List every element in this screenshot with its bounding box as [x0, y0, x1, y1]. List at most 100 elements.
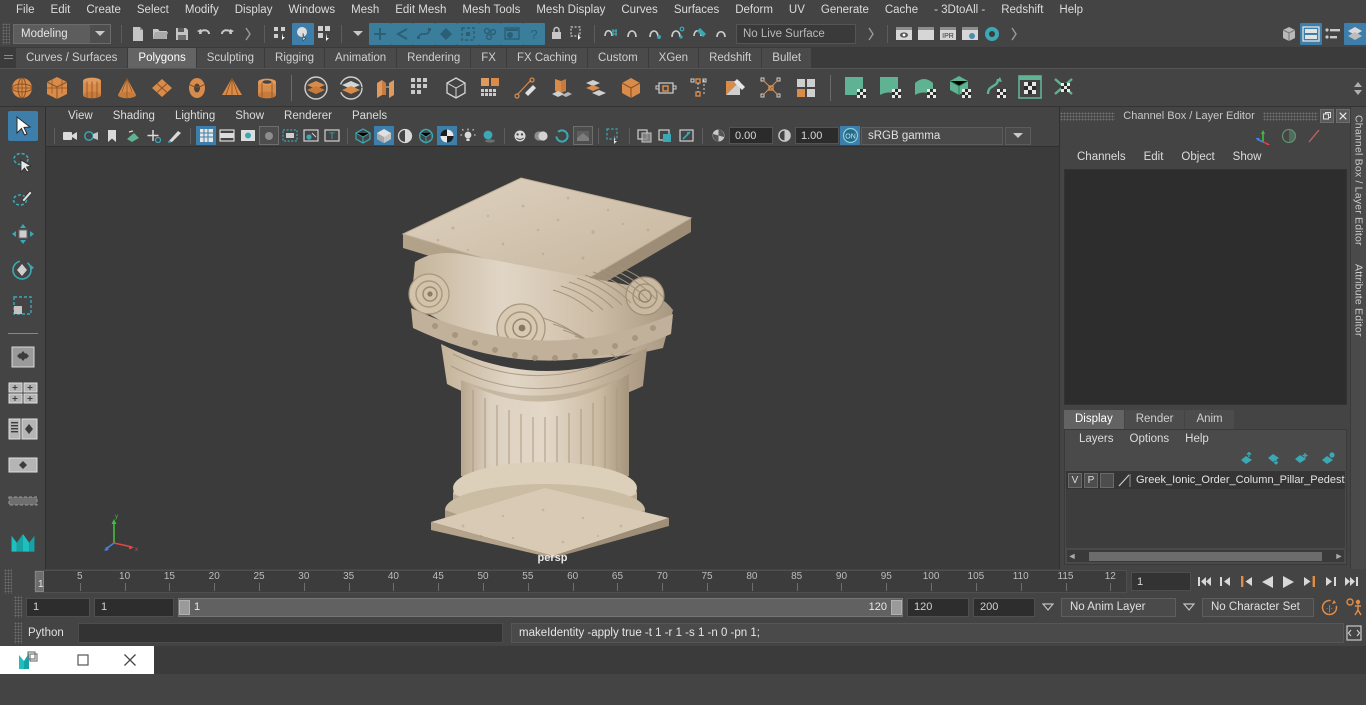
shelf-tab-rendering[interactable]: Rendering: [397, 48, 472, 68]
cmdline-grip[interactable]: [14, 622, 22, 644]
ipr-render-icon[interactable]: IPR: [937, 23, 959, 45]
select-by-hierarchy-icon[interactable]: [270, 23, 292, 45]
time-slider-track[interactable]: 1 5 10 15 20 25 30 35 40 45 50 55 60 65 70 75 80 85 90 95 1…: [34, 570, 1127, 593]
color-space-select[interactable]: sRGB gamma: [861, 126, 1003, 145]
step-back-frame-icon[interactable]: [1237, 572, 1255, 592]
step-forward-frame-icon[interactable]: [1300, 572, 1318, 592]
minimize-window-icon[interactable]: [60, 654, 106, 666]
menu-select[interactable]: Select: [129, 0, 177, 20]
mask-dynamics-icon[interactable]: [479, 22, 501, 45]
go-to-end-icon[interactable]: [1342, 572, 1360, 592]
anim-end-field[interactable]: 200: [973, 597, 1035, 617]
chevron-down-icon[interactable]: [90, 24, 110, 43]
layer-name[interactable]: Greek_Ionic_Order_Column_Pillar_Pedestal…: [1132, 474, 1345, 486]
lights-icon[interactable]: [458, 126, 478, 145]
layer-visibility-toggle[interactable]: V: [1068, 472, 1082, 488]
select-by-component-icon[interactable]: [314, 23, 336, 45]
tab-render[interactable]: Render: [1124, 410, 1185, 429]
move-layer-up-icon[interactable]: [1240, 451, 1255, 465]
menu-mesh-display[interactable]: Mesh Display: [528, 0, 613, 20]
mask-rendering-icon[interactable]: [501, 22, 523, 45]
multisample-icon[interactable]: [552, 126, 572, 145]
menu-windows[interactable]: Windows: [280, 0, 343, 20]
menu-set-selector[interactable]: Modeling: [13, 23, 111, 44]
uv-editor-icon[interactable]: [1014, 72, 1046, 104]
go-to-start-icon[interactable]: [1195, 572, 1213, 592]
menu-cache[interactable]: Cache: [877, 0, 926, 20]
shelf-tab-custom[interactable]: Custom: [588, 48, 649, 68]
show-hide-editors-icon[interactable]: [1278, 23, 1300, 45]
snap-point-icon[interactable]: [644, 23, 666, 45]
scroll-left-icon[interactable]: ◄: [1067, 551, 1077, 561]
layer-row[interactable]: V P Greek_Ionic_Order_Column_Pillar_Pede…: [1066, 470, 1345, 489]
make-live-icon[interactable]: [710, 23, 732, 45]
range-start-field[interactable]: 1: [94, 597, 174, 617]
save-scene-icon[interactable]: [171, 23, 193, 45]
anim-layer-chevron-down-icon[interactable]: [1039, 598, 1057, 617]
shelf-tab-bullet[interactable]: Bullet: [762, 48, 813, 68]
layout-four-view-icon[interactable]: [8, 414, 38, 444]
mask-handles-icon[interactable]: [369, 22, 391, 45]
resolution-gate-icon[interactable]: [238, 126, 258, 145]
poly-cube-icon[interactable]: [41, 72, 73, 104]
tab-anim[interactable]: Anim: [1185, 410, 1234, 429]
command-language-label[interactable]: Python: [22, 627, 78, 639]
shelf-tab-sculpting[interactable]: Sculpting: [196, 48, 266, 68]
gamma-icon[interactable]: [774, 126, 794, 145]
animation-preferences-icon[interactable]: [1344, 597, 1366, 617]
time-cursor[interactable]: 1: [35, 571, 44, 592]
script-editor-icon[interactable]: [1346, 625, 1362, 641]
poly-pyramid-icon[interactable]: [216, 72, 248, 104]
rotate-tool-icon[interactable]: [8, 255, 38, 285]
menu-surfaces[interactable]: Surfaces: [666, 0, 727, 20]
channelbox-menu-channels[interactable]: Channels: [1068, 150, 1135, 164]
scale-tool-icon[interactable]: [8, 291, 38, 321]
color-space-chevron-down-icon[interactable]: [1005, 126, 1031, 145]
shelf-tab-fx-caching[interactable]: FX Caching: [506, 48, 589, 68]
show-channel-box-icon[interactable]: [1344, 22, 1366, 45]
select-tool-icon[interactable]: [7, 111, 38, 141]
shelf-tab-curves-surfaces[interactable]: Curves / Surfaces: [16, 48, 129, 68]
menu-file[interactable]: File: [8, 0, 43, 20]
texture-toggle-icon[interactable]: [437, 126, 457, 145]
menu-uv[interactable]: UV: [781, 0, 813, 20]
play-backwards-icon[interactable]: [1258, 572, 1276, 592]
panel-grip-left[interactable]: [1060, 111, 1116, 121]
layer-shading-toggle[interactable]: [1100, 472, 1114, 488]
view-transform-toggle-icon[interactable]: ON: [840, 126, 860, 145]
uv-automatic-icon[interactable]: [944, 72, 976, 104]
uv-cut-icon[interactable]: [979, 72, 1011, 104]
snap-grid-icon[interactable]: [600, 23, 622, 45]
maya-app-icon[interactable]: [0, 650, 60, 670]
anim-layer-select[interactable]: No Anim Layer: [1061, 597, 1176, 617]
soft-selection-icon[interactable]: [1281, 128, 1297, 144]
move-tool-icon[interactable]: [8, 219, 38, 249]
depth-of-field-icon[interactable]: [573, 126, 593, 145]
show-tool-settings-icon[interactable]: [1322, 23, 1344, 45]
menu-edit-mesh[interactable]: Edit Mesh: [387, 0, 454, 20]
render-settings-icon[interactable]: [959, 23, 981, 45]
two-d-pan-zoom-icon[interactable]: [144, 126, 164, 145]
highlight-selection-icon[interactable]: [567, 23, 589, 45]
lasso-select-tool-icon[interactable]: [8, 147, 38, 177]
bridge-icon[interactable]: [615, 72, 647, 104]
film-gate-icon[interactable]: [217, 126, 237, 145]
move-manipulator-icon[interactable]: [1255, 128, 1272, 145]
play-forwards-icon[interactable]: [1279, 572, 1297, 592]
camera-attributes-icon[interactable]: [81, 126, 101, 145]
snap-projected-center-icon[interactable]: [666, 23, 688, 45]
timeslider-grip[interactable]: [4, 569, 12, 594]
vtab-channel-box[interactable]: Channel Box / Layer Editor: [1353, 115, 1365, 246]
insert-edge-loop-icon[interactable]: [685, 72, 717, 104]
menu-generate[interactable]: Generate: [813, 0, 877, 20]
uv-planar-icon[interactable]: [839, 72, 871, 104]
menu-3dtoall[interactable]: - 3DtoAll -: [926, 0, 993, 20]
smooth-shade-icon[interactable]: [374, 126, 394, 145]
tab-display[interactable]: Display: [1064, 410, 1124, 429]
viewport-canvas[interactable]: y z x persp: [46, 147, 1059, 569]
poly-cone-icon[interactable]: [111, 72, 143, 104]
poly-sphere-icon[interactable]: [6, 72, 38, 104]
layer-menu-layers[interactable]: Layers: [1071, 432, 1122, 446]
new-layer-icon[interactable]: [1294, 452, 1309, 465]
combine-icon[interactable]: [370, 72, 402, 104]
